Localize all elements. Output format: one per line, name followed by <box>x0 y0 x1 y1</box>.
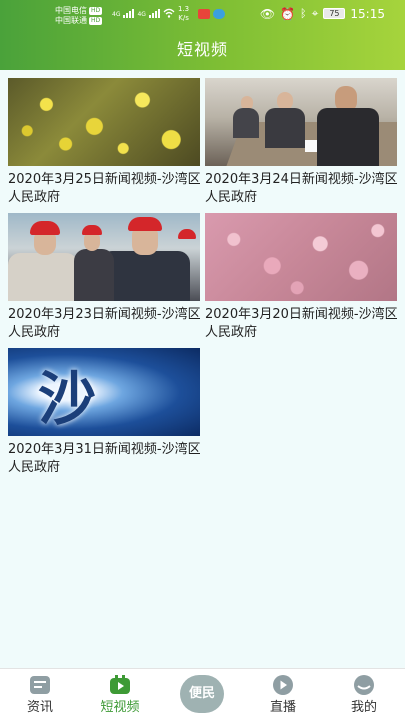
service-icon[interactable]: 便民 <box>180 675 224 713</box>
hd-badge: HD <box>89 6 103 15</box>
video-title[interactable]: 2020年3月25日新闻视频-沙湾区人民政府 <box>8 171 203 207</box>
carrier-1: 中国电信 <box>55 6 87 15</box>
video-title[interactable]: 2020年3月31日新闻视频-沙湾区人民政府 <box>8 441 203 477</box>
signal-icon <box>148 8 160 18</box>
bluetooth-icon: ᛒ <box>300 7 307 20</box>
video-card[interactable]: 2020年3月23日新闻视频-沙湾区人民政府 <box>8 213 203 342</box>
live-icon <box>273 675 293 695</box>
status-bar: 中国电信 HD 中国联通 HD 4G 4G 1.3 K/s 👁 ⏰ ᛒ ⌖ 75 1… <box>0 0 405 28</box>
app-header: 中国电信 HD 中国联通 HD 4G 4G 1.3 K/s 👁 ⏰ ᛒ ⌖ 75 1… <box>0 0 405 70</box>
clock: 15:15 <box>350 6 385 21</box>
app-notification-icon <box>198 9 210 19</box>
network-type-1: 4G <box>112 11 121 18</box>
notification-icons <box>198 9 225 19</box>
battery-icon: 75 <box>323 8 346 19</box>
status-right: 👁 ⏰ ᛒ ⌖ 75 15:15 <box>260 6 385 21</box>
nav-label: 短视频 <box>100 700 140 715</box>
wifi-icon <box>163 8 175 18</box>
profile-icon <box>354 675 374 695</box>
speed-unit: K/s <box>178 14 189 22</box>
telegram-icon <box>213 9 225 19</box>
carrier-2: 中国联通 <box>55 16 87 25</box>
nav-label: 我的 <box>350 700 377 715</box>
video-title[interactable]: 2020年3月24日新闻视频-沙湾区人民政府 <box>205 171 400 207</box>
speed-value: 1.3 <box>178 5 190 13</box>
alarm-icon: ⏰ <box>280 6 296 21</box>
video-thumbnail[interactable] <box>205 213 397 301</box>
video-thumbnail[interactable] <box>8 78 200 166</box>
video-thumbnail[interactable]: 沙 <box>8 348 200 436</box>
nav-label: 资讯 <box>26 700 53 715</box>
nav-label: 直播 <box>269 700 296 715</box>
nav-item-service[interactable]: 便民 <box>178 675 226 713</box>
network-speed: 1.3 K/s <box>178 5 189 23</box>
video-card[interactable]: 2020年3月20日新闻视频-沙湾区人民政府 <box>205 213 400 342</box>
hd-badge: HD <box>89 16 103 25</box>
nav-item-video[interactable]: 短视频 <box>90 673 150 716</box>
eye-icon: 👁 <box>259 6 276 21</box>
location-icon: ⌖ <box>311 6 319 20</box>
network-signal: 4G 4G <box>112 8 175 18</box>
video-card[interactable]: 2020年3月25日新闻视频-沙湾区人民政府 <box>8 78 203 207</box>
network-type-2: 4G <box>137 11 146 18</box>
video-title[interactable]: 2020年3月23日新闻视频-沙湾区人民政府 <box>8 306 203 342</box>
news-logo-text: 沙 <box>38 365 97 433</box>
carrier-info: 中国电信 HD 中国联通 HD <box>55 6 103 26</box>
news-icon <box>30 676 50 694</box>
nav-item-news[interactable]: 资讯 <box>10 673 70 716</box>
video-icon <box>110 675 130 694</box>
page-title: 短视频 <box>176 40 228 59</box>
video-title[interactable]: 2020年3月20日新闻视频-沙湾区人民政府 <box>205 306 400 342</box>
nav-item-live[interactable]: 直播 <box>253 673 313 716</box>
video-card[interactable]: 2020年3月24日新闻视频-沙湾区人民政府 <box>205 78 400 207</box>
signal-icon <box>123 8 135 18</box>
video-thumbnail[interactable] <box>8 213 200 301</box>
nav-item-profile[interactable]: 我的 <box>334 673 394 716</box>
video-card[interactable]: 沙 2020年3月31日新闻视频-沙湾区人民政府 <box>8 348 203 477</box>
video-thumbnail[interactable] <box>205 78 397 166</box>
